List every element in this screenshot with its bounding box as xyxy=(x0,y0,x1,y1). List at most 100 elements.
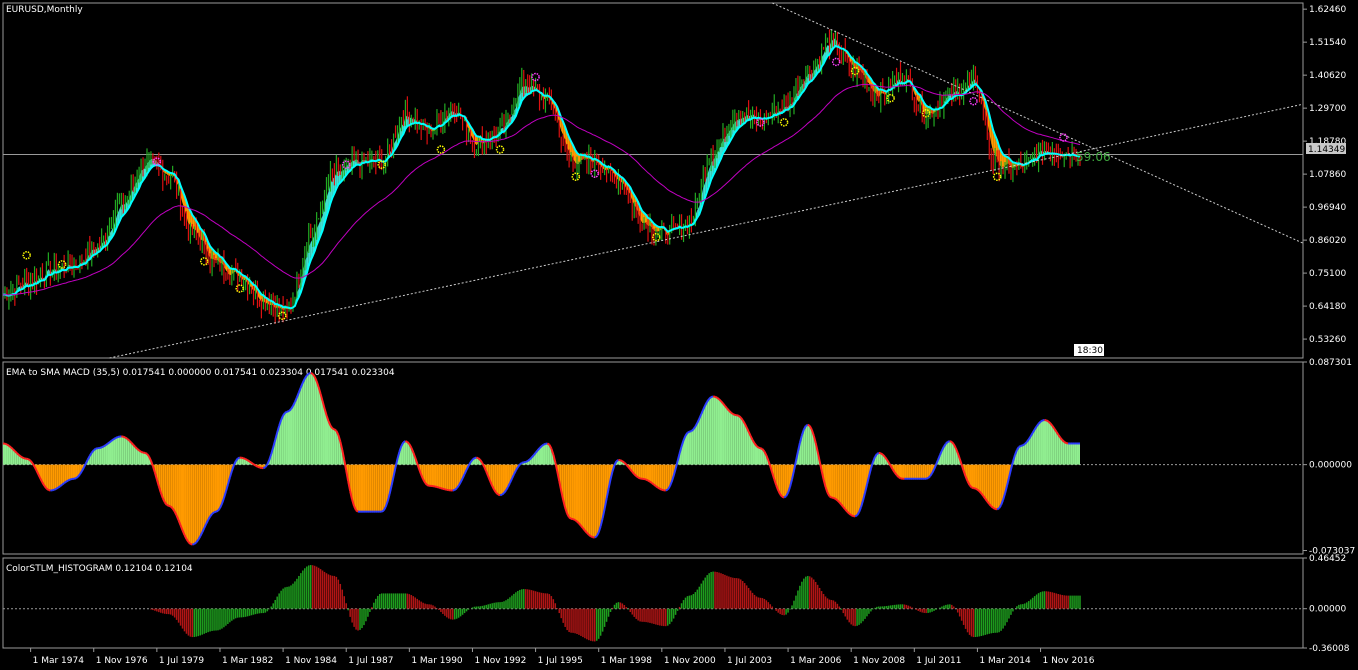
macd-line-segment xyxy=(237,456,241,460)
fractal-marker xyxy=(495,145,505,154)
macd-fill-segment xyxy=(782,464,785,498)
price-tick-label: 1.07860 xyxy=(1309,170,1346,180)
macd-line-segment xyxy=(586,532,590,536)
macd-line-segment xyxy=(783,495,787,499)
macd-fill-segment xyxy=(367,464,370,512)
macd-fill-segment xyxy=(916,464,919,479)
macd-fill-segment xyxy=(332,428,335,465)
macd-line-segment xyxy=(525,460,529,463)
macd-fill-segment xyxy=(715,396,718,465)
macd-fill-segment xyxy=(210,464,213,517)
bar-countdown-text: 59:06 xyxy=(1076,150,1111,164)
macd-line-segment xyxy=(243,457,247,461)
macd-fill-segment xyxy=(1070,443,1073,465)
macd-fill-segment xyxy=(371,464,374,512)
macd-line-segment xyxy=(136,448,140,452)
fractal-marker xyxy=(436,145,446,154)
macd-line-segment xyxy=(767,460,772,467)
macd-fill-segment xyxy=(922,464,925,479)
macd-fill-segment xyxy=(1078,443,1080,465)
macd-fill-segment xyxy=(569,464,572,519)
macd-fill-segment xyxy=(1040,420,1043,465)
macd-line-segment xyxy=(538,445,543,449)
macd-line-segment xyxy=(661,488,665,492)
server-clock-label: 18:30 xyxy=(1077,346,1103,356)
macd-line-segment xyxy=(643,477,647,481)
support-trendline xyxy=(109,103,1304,359)
price-pane xyxy=(2,2,1304,359)
macd-line-segment xyxy=(67,478,71,482)
macd-line-segment xyxy=(31,462,36,468)
price-tick-label: 1.51540 xyxy=(1309,38,1346,48)
macd-fill-segment xyxy=(365,464,368,512)
macd-fill-segment xyxy=(914,464,917,479)
macd-fill-segment xyxy=(58,464,61,488)
macd-line-segment xyxy=(28,458,32,462)
macd-fill-segment xyxy=(427,464,430,486)
macd-line-segment xyxy=(138,449,142,453)
macd-line-segment xyxy=(140,450,144,454)
macd-fill-segment xyxy=(1076,443,1079,465)
macd-line-segment xyxy=(623,461,628,466)
macd-line-segment xyxy=(495,491,499,496)
macd-line-segment xyxy=(716,396,720,401)
time-tick-label: 1 Jul 1979 xyxy=(159,656,204,666)
macd-fill-segment xyxy=(306,373,309,465)
macd-line-segment xyxy=(653,483,657,487)
macd-line-segment xyxy=(647,479,651,483)
macd-line-segment xyxy=(976,488,981,493)
macd-fill-segment xyxy=(446,464,449,491)
macd-fill-segment xyxy=(304,375,307,465)
macd-fill-segment xyxy=(582,464,585,531)
macd-line-segment xyxy=(18,454,22,458)
macd-fill-segment xyxy=(571,464,574,520)
macd-line-segment xyxy=(190,542,193,546)
histogram-tick-label: 0.46452 xyxy=(1309,554,1346,564)
macd-line-segment xyxy=(101,445,105,449)
macd-fill-segment xyxy=(208,464,211,520)
macd-fill-segment xyxy=(377,464,380,512)
macd-fill-segment xyxy=(1058,434,1061,465)
macd-fill-segment xyxy=(924,464,927,479)
macd-line-segment xyxy=(48,489,51,492)
macd-fill-segment xyxy=(285,411,288,465)
time-tick-label: 1 Nov 1984 xyxy=(285,656,337,666)
macd-fill-segment xyxy=(904,464,907,479)
macd-line-segment xyxy=(438,486,442,490)
macd-line-segment xyxy=(1018,444,1022,448)
macd-line-segment xyxy=(99,446,102,449)
macd-fill-segment xyxy=(979,464,982,494)
macd-y-axis: 0.0873010.000000-0.073037 xyxy=(1303,358,1355,557)
macd-line-segment xyxy=(645,478,649,482)
macd-fill-segment xyxy=(381,464,384,512)
macd-fill-segment xyxy=(281,415,284,465)
macd-fill-segment xyxy=(588,464,591,537)
macd-fill-segment xyxy=(170,464,173,509)
macd-line-segment xyxy=(649,480,653,484)
macd-line-segment xyxy=(755,445,760,449)
macd-line-segment xyxy=(45,487,49,491)
macd-line-segment xyxy=(1061,439,1065,443)
macd-fill-segment xyxy=(431,464,434,487)
macd-fill-segment xyxy=(575,464,578,522)
macd-line-segment xyxy=(16,452,20,456)
macd-line-segment xyxy=(945,441,949,445)
macd-fill-segment xyxy=(334,429,337,465)
macd-line-segment xyxy=(499,493,503,497)
price-tick-label: 0.96940 xyxy=(1309,203,1346,213)
macd-line-segment xyxy=(73,477,77,480)
macd-fill-segment xyxy=(70,464,73,480)
price-tick-label: 1.40620 xyxy=(1309,71,1346,81)
macd-line-segment xyxy=(245,458,249,462)
macd-fill-segment xyxy=(580,464,583,529)
macd-line-segment xyxy=(1063,441,1067,444)
price-tick-label: 1.62460 xyxy=(1309,5,1346,15)
time-tick-label: 1 Mar 2014 xyxy=(979,656,1031,666)
macd-fill-segment xyxy=(701,409,704,465)
macd-fill-segment xyxy=(52,464,55,491)
macd-line-segment xyxy=(122,435,126,439)
macd-line-segment xyxy=(501,492,505,496)
macd-fill-segment xyxy=(1020,445,1023,465)
macd-fill-segment xyxy=(665,464,668,491)
macd-line-segment xyxy=(310,372,314,375)
